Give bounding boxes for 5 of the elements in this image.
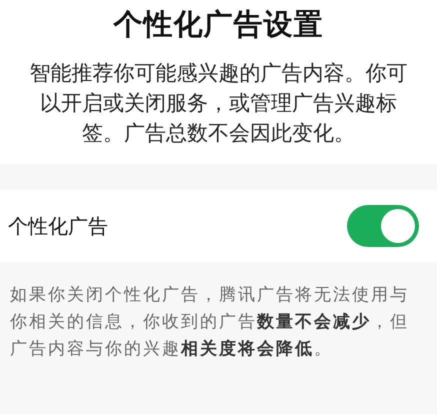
toggle-switch[interactable] (347, 205, 419, 247)
page-title: 个性化广告设置 (114, 6, 324, 43)
description-text: 智能推荐你可能感兴趣的广告内容。你可以开启或关闭服务，或管理广告兴趣标签。广告总数不会因此变化。 (28, 60, 408, 147)
note-text: 如果你关闭个性化广告，腾讯广告将无法使用与你相关的信息，你收到的广告数量不会减少，但广告内容与你的兴趣相关度将会降低。 (9, 284, 410, 361)
setting-label: 个性化广告 (8, 212, 108, 240)
